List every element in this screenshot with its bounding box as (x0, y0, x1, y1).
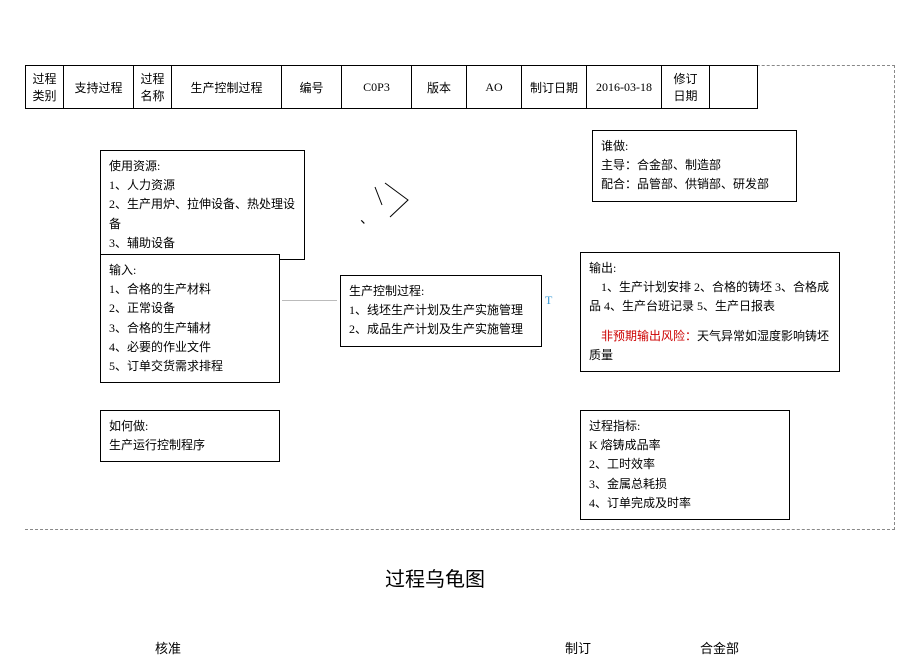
input-l4: 4、必要的作业文件 (109, 338, 271, 357)
kpi-title: 过程指标: (589, 417, 781, 436)
input-title: 输入: (109, 261, 271, 280)
input-l2: 2、正常设备 (109, 299, 271, 318)
hcell-category-label: 过程类别 (26, 66, 64, 109)
input-box: 输入: 1、合格的生产材料 2、正常设备 3、合格的生产辅材 4、必要的作业文件… (100, 254, 280, 383)
hcell-version-label: 版本 (412, 66, 467, 109)
process-l2: 2、成品生产计划及生产实施管理 (349, 320, 533, 339)
kpi-l2: 2、工时效率 (589, 455, 781, 474)
process-title: 生产控制过程: (349, 282, 533, 301)
how-box: 如何做: 生产运行控制程序 (100, 410, 280, 462)
output-l1: 1、生产计划安排 2、合格的铸坯 3、合格成品 4、生产台班记录 5、生产日报表 (589, 278, 831, 316)
header-table: 过程类别 支持过程 过程名称 生产控制过程 编号 C0P3 版本 AO 制订日期… (25, 65, 758, 109)
kpi-l1: K 熔铸成品率 (589, 436, 781, 455)
kpi-l4: 4、订单完成及时率 (589, 494, 781, 513)
footer-approve: 核准 (155, 638, 181, 657)
diagram-title: 过程乌龟图 (385, 563, 485, 592)
hcell-category-value: 支持过程 (64, 66, 134, 109)
hcell-name-label: 过程名称 (134, 66, 172, 109)
who-l1: 主导：合金部、制造部 (601, 156, 788, 175)
who-title: 谁做: (601, 137, 788, 156)
input-l3: 3、合格的生产辅材 (109, 319, 271, 338)
connector-input-process (282, 300, 337, 301)
footer-dept: 合金部 (700, 638, 739, 657)
output-risk-label: 非预期输出风险： (589, 329, 697, 343)
hcell-revdate-label: 修订日期 (662, 66, 710, 109)
how-l1: 生产运行控制程序 (109, 436, 271, 455)
comma-mark: 、 (360, 208, 374, 228)
hcell-date-value: 2016-03-18 (587, 66, 662, 109)
hcell-date-label: 制订日期 (522, 66, 587, 109)
resources-title: 使用资源: (109, 157, 296, 176)
decorative-strokes-icon (300, 175, 450, 225)
how-title: 如何做: (109, 417, 271, 436)
resources-l1: 1、人力资源 (109, 176, 296, 195)
input-l5: 5、订单交货需求排程 (109, 357, 271, 376)
output-title: 输出: (589, 259, 831, 278)
input-l1: 1、合格的生产材料 (109, 280, 271, 299)
who-box: 谁做: 主导：合金部、制造部 配合：品管部、供销部、研发部 (592, 130, 797, 202)
hcell-revdate-value (710, 66, 758, 109)
resources-l3: 3、辅助设备 (109, 234, 296, 253)
process-box: 生产控制过程: 1、线坯生产计划及生产实施管理 2、成品生产计划及生产实施管理 (340, 275, 542, 347)
footer-draft: 制订 (565, 638, 591, 657)
hcell-name-value: 生产控制过程 (172, 66, 282, 109)
resources-l2: 2、生产用炉、拉伸设备、热处理设备 (109, 195, 296, 233)
output-risk: 非预期输出风险：天气异常如湿度影响铸坯质量 (589, 327, 831, 365)
resources-box: 使用资源: 1、人力资源 2、生产用炉、拉伸设备、热处理设备 3、辅助设备 (100, 150, 305, 260)
hcell-code-label: 编号 (282, 66, 342, 109)
hcell-code-value: C0P3 (342, 66, 412, 109)
who-l2: 配合：品管部、供销部、研发部 (601, 175, 788, 194)
hcell-version-value: AO (467, 66, 522, 109)
kpi-l3: 3、金属总耗损 (589, 475, 781, 494)
process-l1: 1、线坯生产计划及生产实施管理 (349, 301, 533, 320)
output-box: 输出: 1、生产计划安排 2、合格的铸坯 3、合格成品 4、生产台班记录 5、生… (580, 252, 840, 372)
t-mark: T (545, 293, 552, 308)
kpi-box: 过程指标: K 熔铸成品率 2、工时效率 3、金属总耗损 4、订单完成及时率 (580, 410, 790, 520)
